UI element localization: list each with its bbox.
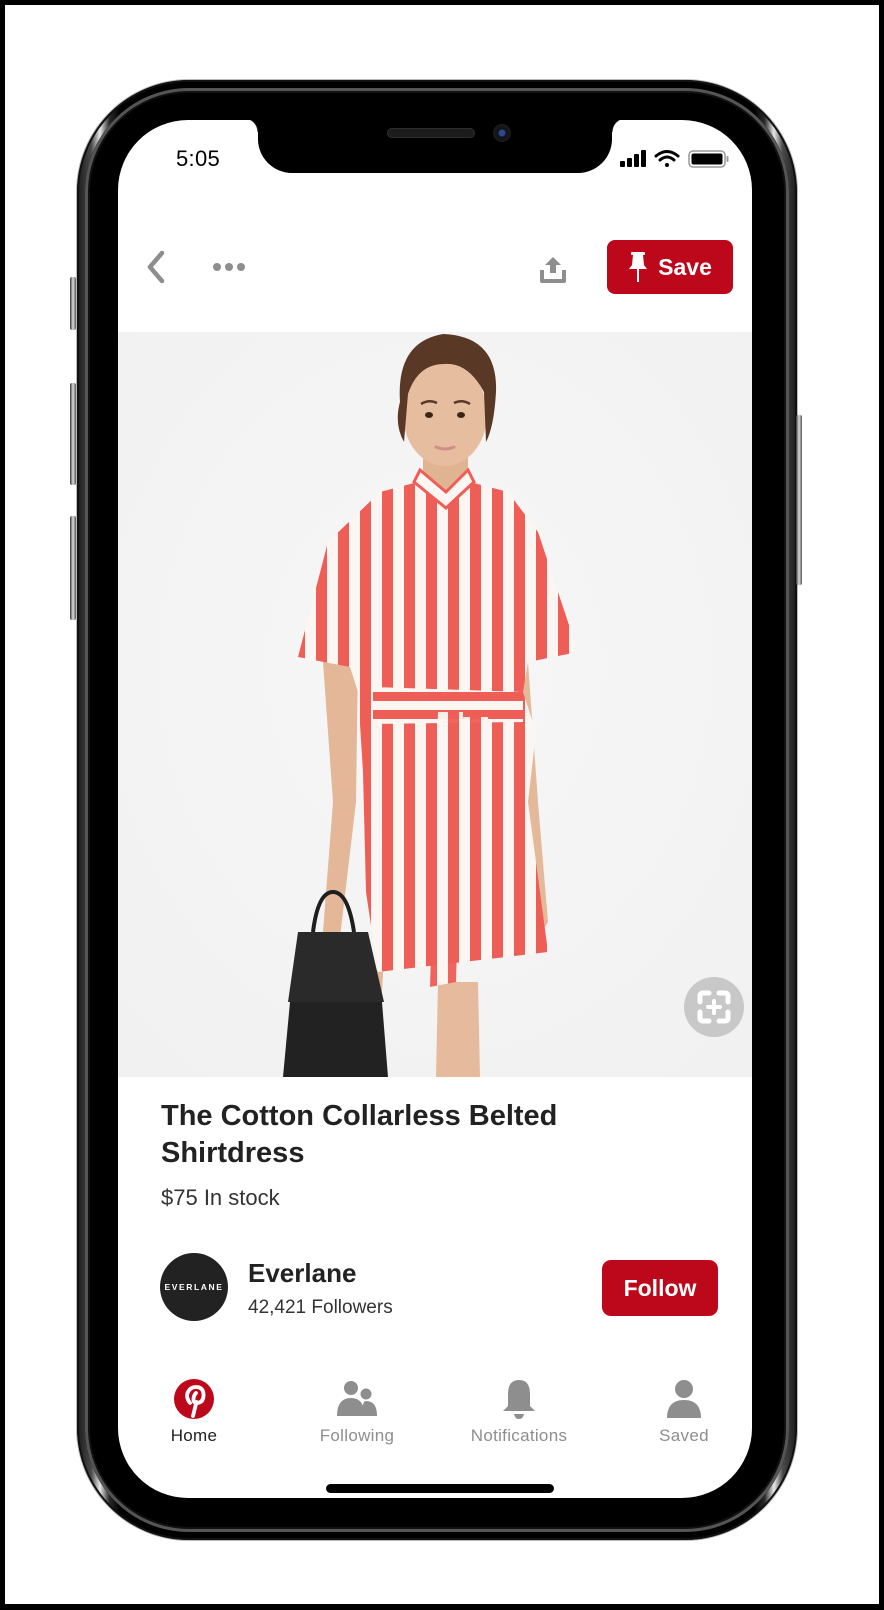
status-icons bbox=[618, 148, 738, 168]
tab-home-label: Home bbox=[170, 1426, 218, 1445]
tab-home[interactable]: Home bbox=[129, 1378, 259, 1458]
people-icon bbox=[337, 1381, 377, 1416]
follow-button[interactable]: Follow bbox=[602, 1260, 718, 1316]
battery-icon bbox=[688, 150, 729, 168]
creator-avatar[interactable]: EVERLANE bbox=[160, 1253, 228, 1321]
product-title: The Cotton Collarless Belted Shirtdress bbox=[161, 1100, 558, 1169]
creator-name[interactable]: Everlane bbox=[248, 1258, 356, 1289]
follower-count: 42,421 Followers bbox=[248, 1297, 393, 1318]
front-camera bbox=[493, 124, 511, 142]
cellular-signal-icon bbox=[620, 150, 646, 167]
tab-saved-label: Saved bbox=[659, 1426, 709, 1445]
visual-search-button[interactable] bbox=[684, 977, 744, 1037]
pin-image[interactable] bbox=[118, 332, 752, 1077]
tote-bag bbox=[283, 1002, 388, 1077]
volume-down-button bbox=[70, 516, 76, 620]
app-screen: 5:05 Save The Cotton Collarless Belted S… bbox=[118, 120, 752, 1498]
chevron-left-icon bbox=[147, 250, 165, 284]
mute-switch bbox=[70, 277, 76, 330]
bottom-tab-bar: Home Following Notifications Saved bbox=[118, 1378, 752, 1458]
tab-notifications-label: Notifications bbox=[470, 1426, 568, 1445]
save-button-label: Save bbox=[658, 253, 712, 280]
tab-notifications[interactable]: Notifications bbox=[454, 1378, 584, 1458]
model-leg-right bbox=[436, 982, 480, 1077]
speaker-grille bbox=[387, 128, 475, 138]
tab-following[interactable]: Following bbox=[292, 1378, 422, 1458]
back-button[interactable] bbox=[138, 247, 174, 287]
volume-up-button bbox=[70, 383, 76, 485]
avatar-logo-text: EVERLANE bbox=[164, 1282, 224, 1292]
pushpin-icon bbox=[629, 252, 648, 282]
power-button bbox=[796, 415, 802, 585]
product-photo bbox=[118, 332, 752, 1077]
pinterest-logo-icon bbox=[174, 1379, 214, 1419]
home-indicator[interactable] bbox=[326, 1484, 554, 1493]
bell-icon bbox=[503, 1380, 535, 1419]
more-options-button[interactable] bbox=[210, 253, 250, 281]
notch bbox=[244, 120, 626, 173]
save-button[interactable]: Save bbox=[607, 240, 733, 294]
tab-saved[interactable]: Saved bbox=[619, 1378, 749, 1458]
wifi-icon bbox=[654, 150, 680, 167]
share-upload-icon bbox=[540, 257, 566, 283]
share-button[interactable] bbox=[534, 250, 572, 288]
tab-following-label: Following bbox=[319, 1426, 395, 1445]
status-time: 5:05 bbox=[176, 146, 221, 171]
visual-search-icon bbox=[697, 990, 731, 1024]
person-icon bbox=[667, 1380, 701, 1418]
product-price-stock: $75 In stock bbox=[161, 1185, 280, 1210]
more-horizontal-icon bbox=[213, 263, 245, 271]
